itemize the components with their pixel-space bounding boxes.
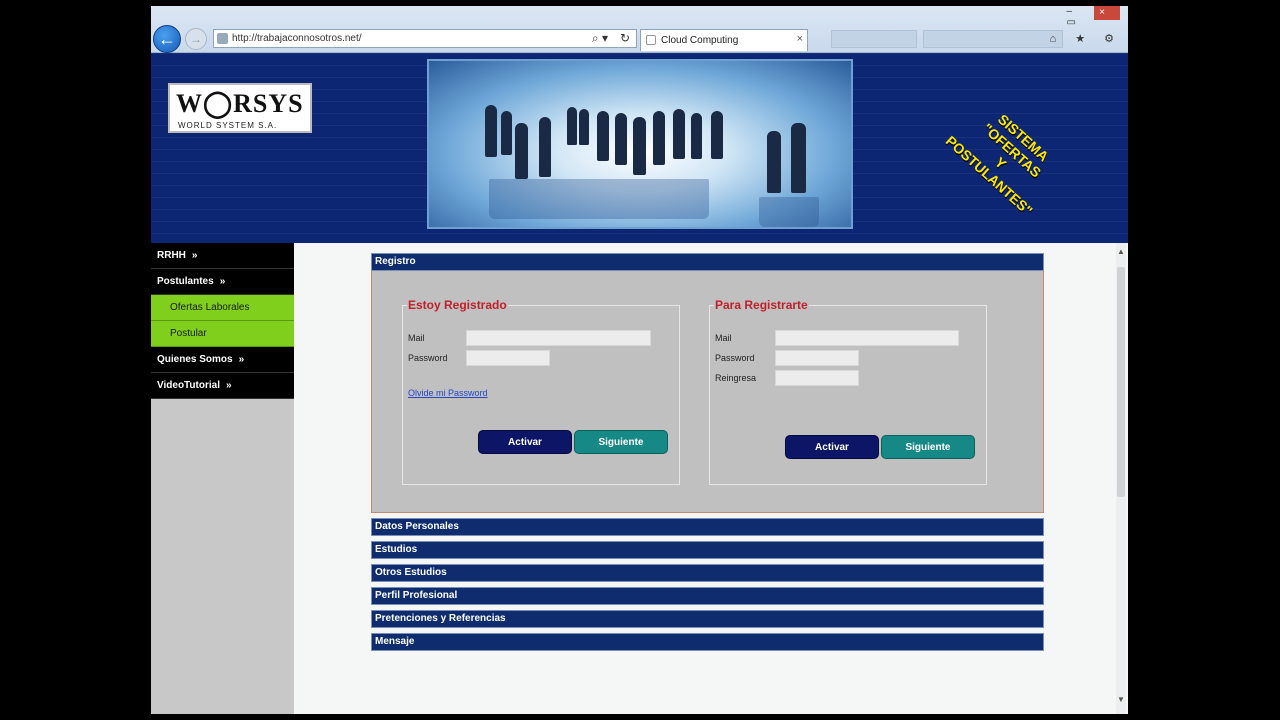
person-silhouette [791, 123, 806, 193]
menu-label: Postular [170, 328, 207, 339]
person-silhouette [615, 113, 627, 165]
section-otros-estudios[interactable]: Otros Estudios [371, 564, 1044, 582]
minimize-maximize-icons[interactable]: – ▭ [1067, 6, 1086, 28]
registro-panel-header[interactable]: Registro [371, 253, 1044, 271]
page-icon [217, 33, 228, 44]
register-activar-button[interactable]: Activar [785, 435, 879, 459]
section-datos-personales[interactable]: Datos Personales [371, 518, 1044, 536]
sidebar-item-ofertas-laborales[interactable]: Ofertas Laborales [151, 295, 294, 321]
person-silhouette [673, 109, 685, 159]
site-header: W◯RSYS WORLD SYSTEM S.A. SISTEMA "OFERTA… [151, 53, 1128, 243]
register-reingresa-input[interactable] [775, 370, 859, 386]
tab-favicon-icon [646, 35, 656, 45]
forgot-password-link[interactable]: Olvide mi Password [408, 388, 488, 398]
person-silhouette [515, 123, 528, 179]
password-label: Password [408, 353, 448, 363]
chevron-right-icon: » [191, 250, 198, 261]
web-page: W◯RSYS WORLD SYSTEM S.A. SISTEMA "OFERTA… [151, 53, 1128, 714]
section-pretenciones-referencias[interactable]: Pretenciones y Referencias [371, 610, 1044, 628]
section-estudios[interactable]: Estudios [371, 541, 1044, 559]
scroll-up-icon[interactable]: ▲ [1116, 247, 1126, 256]
sidebar-menu: RRHH » Postulantes » Ofertas Laborales Pos… [151, 243, 294, 714]
password-label: Password [715, 353, 755, 363]
sidebar-item-rrhh[interactable]: RRHH » [151, 243, 294, 269]
sidebar-item-postular[interactable]: Postular [151, 321, 294, 347]
scroll-down-icon[interactable]: ▼ [1116, 695, 1126, 704]
browser-window: ← → http://trabajaconnosotros.net/ ⌕ ▾ ↻… [151, 6, 1128, 714]
mail-label: Mail [408, 333, 425, 343]
login-activar-button[interactable]: Activar [478, 430, 572, 454]
person-silhouette [579, 109, 589, 145]
register-mail-input[interactable] [775, 330, 959, 346]
page-scrollbar[interactable]: ▲ ▼ [1116, 243, 1126, 714]
background-tab[interactable] [831, 30, 917, 48]
sidebar-item-videotutorial[interactable]: VideoTutorial » [151, 373, 294, 399]
sidebar-item-quienes-somos[interactable]: Quienes Somos » [151, 347, 294, 373]
login-fieldset: Estoy Registrado Mail Password Olvide mi… [402, 298, 680, 485]
window-close-icon[interactable]: × [1094, 6, 1120, 20]
person-silhouette [653, 111, 665, 165]
person-silhouette [767, 131, 781, 193]
person-silhouette [597, 111, 609, 161]
tab-cloud-computing[interactable]: Cloud Computing × [640, 29, 808, 51]
register-password-input[interactable] [775, 350, 859, 366]
search-icon[interactable]: ⌕ ▾ [592, 31, 608, 46]
register-fieldset: Para Registrarte Mail Password Reingresa… [709, 298, 987, 485]
worsys-logo[interactable]: W◯RSYS WORLD SYSTEM S.A. [168, 83, 312, 133]
sidebar-item-postulantes[interactable]: Postulantes » [151, 269, 294, 295]
reingresa-label: Reingresa [715, 373, 757, 383]
logo-subtitle: WORLD SYSTEM S.A. [178, 121, 278, 130]
section-perfil-profesional[interactable]: Perfil Profesional [371, 587, 1044, 605]
person-silhouette [711, 111, 723, 159]
url-text: http://trabajaconnosotros.net/ [232, 33, 362, 44]
person-silhouette [501, 111, 512, 155]
toolbar-icons[interactable]: ⌂ ★ ⚙ [1050, 32, 1122, 45]
back-arrow-icon: ← [158, 29, 176, 49]
tab-title: Cloud Computing [661, 35, 739, 46]
main-content: Registro Estoy Registrado Mail Password … [371, 253, 1044, 651]
menu-label: RRHH [157, 250, 186, 261]
registro-panel-body: Estoy Registrado Mail Password Olvide mi… [371, 271, 1044, 513]
login-mail-input[interactable] [466, 330, 651, 346]
menu-label: Quienes Somos [157, 354, 233, 365]
person-silhouette [691, 113, 702, 159]
login-password-input[interactable] [466, 350, 550, 366]
chevron-right-icon: » [225, 380, 232, 391]
person-silhouette [633, 117, 646, 175]
forward-arrow-icon: → [190, 32, 202, 46]
login-siguiente-button[interactable]: Siguiente [574, 430, 668, 454]
floor-reflection [759, 197, 819, 227]
browser-chrome: ← → http://trabajaconnosotros.net/ ⌕ ▾ ↻… [151, 6, 1128, 53]
person-silhouette [567, 107, 577, 145]
person-silhouette [485, 105, 497, 157]
background-tab[interactable] [923, 30, 1063, 48]
scroll-thumb[interactable] [1117, 267, 1125, 497]
section-mensaje[interactable]: Mensaje [371, 633, 1044, 651]
chevron-right-icon: » [238, 354, 245, 365]
menu-label: VideoTutorial [157, 380, 220, 391]
address-bar[interactable]: http://trabajaconnosotros.net/ ⌕ ▾ ↻ [213, 29, 637, 48]
register-legend: Para Registrarte [714, 298, 809, 312]
mail-label: Mail [715, 333, 732, 343]
slogan-text: SISTEMA "OFERTAS Y POSTULANTES" [935, 88, 1077, 226]
menu-label: Ofertas Laborales [170, 302, 250, 313]
tab-close-icon[interactable]: × [797, 33, 803, 45]
register-siguiente-button[interactable]: Siguiente [881, 435, 975, 459]
person-silhouette [539, 117, 551, 177]
back-button[interactable]: ← [153, 25, 181, 53]
floor-reflection [489, 179, 709, 219]
login-legend: Estoy Registrado [407, 298, 508, 312]
chevron-right-icon: » [219, 276, 226, 287]
logo-text: W◯RSYS [176, 89, 304, 118]
banner-image-business-people [427, 59, 853, 229]
refresh-icon[interactable]: ↻ [620, 31, 630, 45]
menu-label: Postulantes [157, 276, 214, 287]
forward-button[interactable]: → [185, 28, 207, 50]
